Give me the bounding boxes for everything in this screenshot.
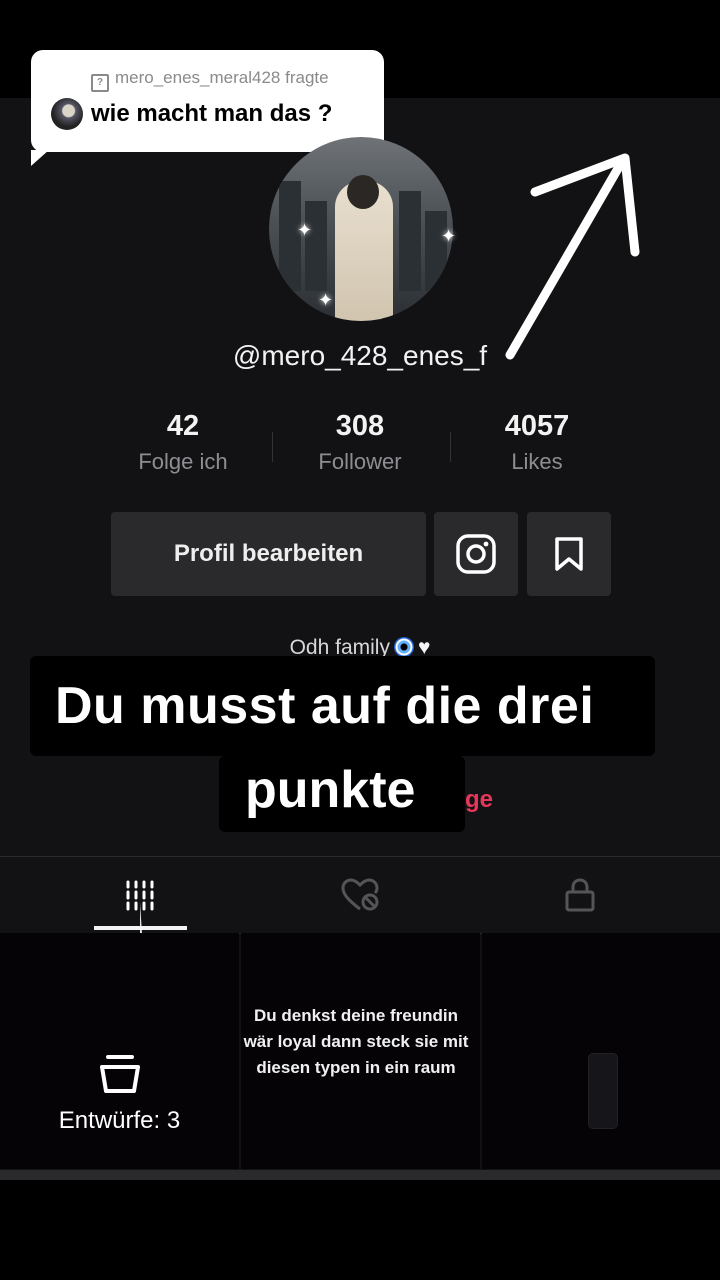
- tab-private[interactable]: [460, 857, 700, 933]
- favorites-button[interactable]: [527, 512, 611, 596]
- stat-value: 308: [335, 410, 385, 442]
- building-shape: [399, 191, 421, 291]
- stat-value: 42: [166, 410, 200, 442]
- caption-text: Du musst auf die drei: [55, 677, 595, 735]
- instagram-button[interactable]: [434, 512, 518, 596]
- evil-eye-icon: [393, 637, 414, 657]
- caption-line-1: Du musst auf die drei: [30, 656, 655, 756]
- stat-label: Follower: [318, 449, 402, 474]
- video-thumbnail[interactable]: [482, 933, 720, 1169]
- caption-line-2: punkte: [219, 756, 465, 832]
- question-asker: ? mero_enes_meral428 fragte: [91, 68, 329, 92]
- building-shape: [425, 211, 447, 291]
- phone-image: [588, 1053, 618, 1129]
- stat-divider: [272, 432, 273, 462]
- sparkle-icon: ✦: [297, 220, 313, 240]
- question-icon: ?: [91, 74, 109, 92]
- building-shape: [305, 201, 327, 291]
- asker-avatar: [51, 98, 83, 130]
- stat-value: 4057: [504, 410, 570, 442]
- stat-divider: [450, 432, 451, 462]
- stat-label: Likes: [511, 449, 563, 474]
- partial-link-text[interactable]: ge: [465, 786, 493, 814]
- video-thumbnail-text: Du denkst deine freundin wär loyal dann …: [243, 1006, 469, 1077]
- sparkle-icon: ✦: [318, 290, 334, 310]
- drafts-cell[interactable]: Entwürfe: 3: [0, 933, 239, 1169]
- drafts-icon: [100, 1055, 140, 1093]
- bookmark-icon: [555, 537, 583, 571]
- arrow-annotation-icon: [505, 153, 640, 360]
- person-head: [347, 175, 379, 209]
- question-bubble: ? mero_enes_meral428 fragte wie macht man…: [31, 50, 384, 166]
- liked-hidden-icon: [341, 878, 379, 911]
- instagram-icon: [456, 534, 496, 574]
- stat-label: Folge ich: [138, 449, 228, 474]
- caption-text: punkte: [245, 761, 416, 819]
- bottom-divider: [0, 1170, 720, 1180]
- stat-likes[interactable]: 4057 Likes: [457, 410, 617, 475]
- username: @mero_428_enes_f: [232, 340, 488, 371]
- video-thumbnail[interactable]: Du denkst deine freundin wär loyal dann …: [241, 933, 480, 1169]
- drafts-label: Entwürfe: 3: [58, 1107, 181, 1134]
- tab-liked[interactable]: [240, 857, 480, 933]
- sparkle-icon: ✦: [441, 226, 457, 246]
- asker-label: mero_enes_meral428 fragte: [115, 68, 329, 87]
- stat-following[interactable]: 42 Folge ich: [103, 410, 263, 475]
- question-text: wie macht man das ?: [91, 100, 333, 127]
- edit-profile-button[interactable]: Profil bearbeiten: [111, 512, 426, 596]
- stat-followers[interactable]: 308 Follower: [280, 410, 440, 475]
- lock-icon: [565, 878, 595, 912]
